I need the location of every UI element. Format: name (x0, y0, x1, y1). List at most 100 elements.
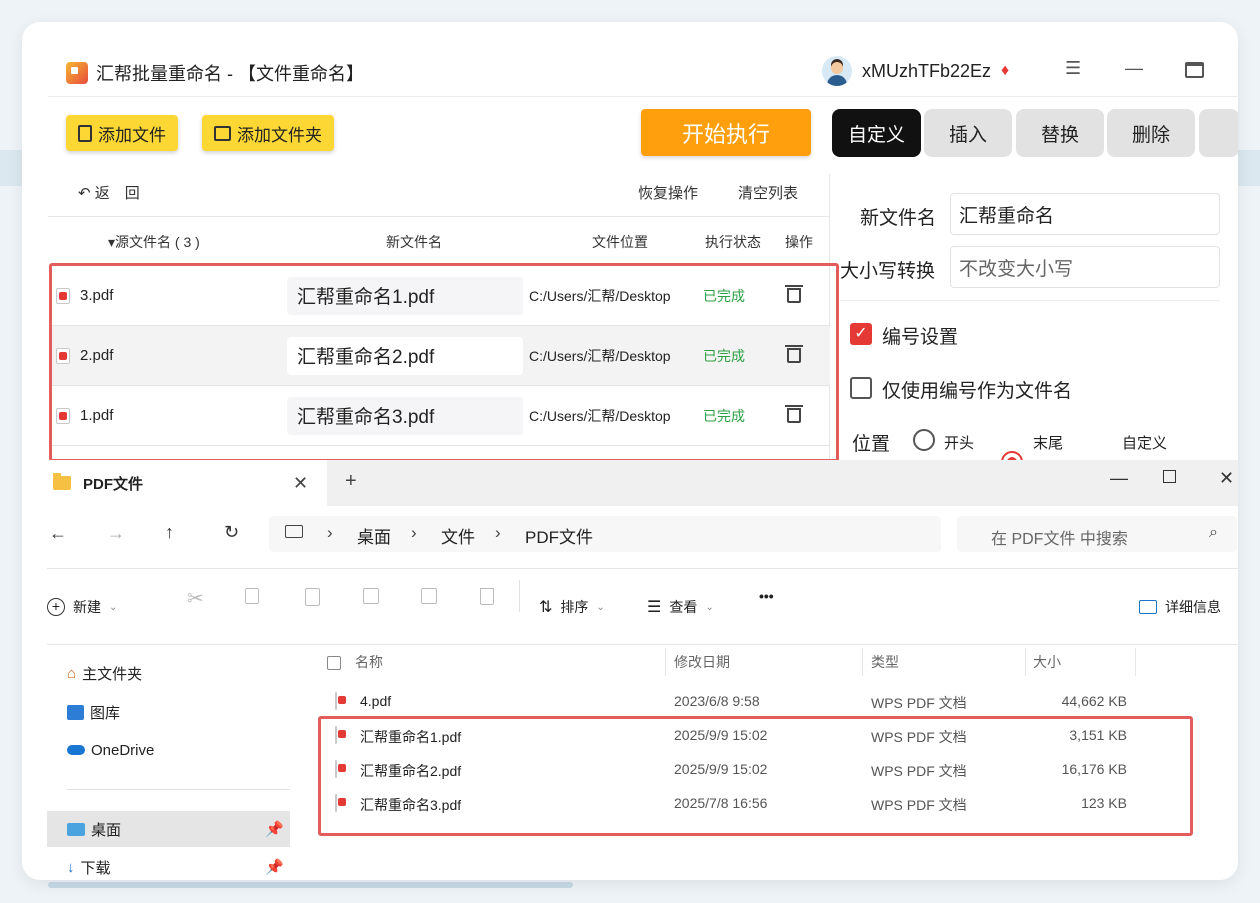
download-icon: ↓ (67, 858, 75, 876)
app-title: 汇帮批量重命名 - 【文件重命名】 (96, 64, 364, 84)
menu-icon[interactable]: ☰ (1065, 58, 1081, 79)
paste-icon[interactable] (305, 588, 320, 606)
col-action-header: 操作 (785, 234, 813, 250)
col-name-header[interactable]: 名称 (355, 652, 383, 672)
numbering-checkbox[interactable]: ✓ (850, 323, 872, 345)
sidebar-item-home[interactable]: ⌂ 主文件夹 (47, 656, 290, 690)
select-all-checkbox[interactable] (327, 656, 341, 670)
clear-list-button[interactable]: 清空列表 (738, 182, 798, 203)
chevron-right-icon: › (327, 523, 333, 542)
case-label: 大小写转换 (840, 261, 936, 282)
view-button[interactable]: ☰ 查看 ⌄ (647, 582, 714, 632)
col-modified-header[interactable]: 修改日期 (674, 652, 730, 672)
new-name-input[interactable]: 汇帮重命名 (950, 193, 1220, 235)
col-location-header: 文件位置 (592, 234, 648, 250)
sidebar-item-desktop[interactable]: 桌面 📌 (47, 811, 290, 847)
breadcrumb-files[interactable]: 文件 (441, 523, 475, 548)
col-separator (1135, 648, 1136, 676)
tab-insert[interactable]: 插入 (924, 109, 1012, 157)
col-size-header[interactable]: 大小 (1033, 652, 1061, 672)
list-item[interactable]: 4.pdf 2023/6/8 9:58 WPS PDF 文档 44,662 KB (335, 684, 1135, 718)
col-separator (1025, 648, 1026, 676)
header-divider (48, 96, 1238, 97)
pin-icon[interactable]: 📌 (265, 858, 284, 876)
username: xMUzhTFb22Ez (862, 60, 992, 81)
rename-icon[interactable] (363, 588, 379, 604)
col-newname-header: 新文件名 (386, 234, 442, 250)
explorer-tab-title: PDF文件 (83, 475, 144, 493)
tab-more[interactable] (1199, 109, 1238, 157)
new-button[interactable]: + 新建 ⌄ (47, 582, 117, 632)
case-select[interactable]: 不改变大小写 (950, 246, 1220, 288)
sidebar-item-onedrive[interactable]: OneDrive (47, 733, 290, 767)
refresh-icon[interactable]: ↻ (224, 522, 239, 543)
explorer-close-icon[interactable]: ✕ (1219, 468, 1234, 489)
tab-custom[interactable]: 自定义 (832, 109, 921, 157)
radio-start[interactable] (913, 429, 935, 451)
sort-label: 排序 (560, 599, 589, 615)
new-tab-icon[interactable]: + (345, 470, 357, 493)
radio-start-label: 开头 (944, 435, 975, 452)
minimize-icon[interactable]: — (1125, 58, 1143, 79)
maximize-icon[interactable] (1185, 62, 1204, 78)
cmd-separator (519, 580, 520, 612)
radio-custom-label: 自定义 (1122, 435, 1168, 452)
add-folder-button[interactable]: 添加文件夹 (202, 115, 334, 151)
col-source-header[interactable]: ▾源文件名 ( 3 ) (108, 232, 200, 252)
sidebar-label: 下载 (80, 859, 111, 877)
copy-icon[interactable] (245, 588, 259, 604)
addr-divider (47, 568, 1238, 569)
back-button[interactable]: ↶ 返 回 (78, 182, 140, 203)
cloud-icon (67, 745, 85, 755)
file-modified: 2023/6/8 9:58 (674, 693, 760, 709)
restore-button[interactable]: 恢复操作 (638, 182, 698, 203)
user-info[interactable]: xMUzhTFb22Ez ♦ (822, 56, 1021, 86)
share-icon[interactable] (421, 588, 437, 604)
plus-circle-icon: + (47, 598, 65, 616)
back-label: 返 回 (94, 185, 140, 202)
more-icon[interactable]: ••• (759, 588, 774, 638)
app-logo-icon (66, 62, 88, 84)
sort-button[interactable]: ⇅ 排序 ⌄ (539, 582, 605, 632)
explorer-maximize-icon[interactable] (1163, 470, 1176, 483)
explorer-tab[interactable]: PDF文件 ✕ (47, 460, 327, 506)
desktop-icon (67, 822, 85, 836)
breadcrumb-pdf[interactable]: PDF文件 (525, 523, 593, 548)
close-tab-icon[interactable]: ✕ (293, 473, 308, 494)
breadcrumb-desktop[interactable]: 桌面 (357, 523, 391, 548)
cut-icon[interactable]: ✂ (187, 586, 204, 611)
up-arrow-icon[interactable]: ↑ (165, 522, 174, 543)
delete-icon[interactable] (480, 588, 494, 605)
sidebar-item-gallery[interactable]: 图库 (47, 695, 290, 729)
pin-icon[interactable]: 📌 (265, 820, 284, 838)
col-type-header[interactable]: 类型 (871, 652, 899, 672)
avatar (822, 56, 852, 86)
details-label: 详细信息 (1165, 599, 1221, 615)
sidebar-label: 图库 (90, 704, 121, 722)
back-arrow-icon[interactable]: ← (49, 523, 67, 544)
sidebar-item-downloads[interactable]: ↓ 下载 📌 (47, 850, 290, 880)
chevron-right-icon: › (411, 523, 417, 542)
chevron-down-icon: ⌄ (109, 601, 118, 613)
file-size: 44,662 KB (1061, 693, 1127, 709)
search-input[interactable]: 在 PDF文件 中搜索 ⌕ (957, 516, 1237, 552)
highlight-box-bottom (318, 716, 1193, 836)
explorer-minimize-icon[interactable]: — (1110, 468, 1128, 489)
add-file-button[interactable]: 添加文件 (66, 115, 178, 151)
details-button[interactable]: 详细信息 (1139, 582, 1221, 632)
breadcrumb[interactable]: › 桌面 › 文件 › PDF文件 (269, 516, 941, 552)
col-separator (665, 648, 666, 676)
file-name: 4.pdf (360, 693, 392, 709)
start-run-button[interactable]: 开始执行 (641, 109, 811, 156)
tab-delete[interactable]: 删除 (1107, 109, 1195, 157)
cmd-divider (47, 644, 1238, 645)
gallery-icon (67, 704, 84, 720)
highlight-box-top (49, 263, 839, 462)
file-type: WPS PDF 文档 (871, 695, 967, 711)
file-explorer-window: PDF文件 ✕ + — ✕ ← → ↑ ↻ › 桌面 › 文件 › PDF文件 … (47, 460, 1238, 880)
forward-arrow-icon[interactable]: → (107, 523, 125, 544)
tab-replace[interactable]: 替换 (1016, 109, 1104, 157)
only-number-checkbox[interactable] (850, 377, 872, 399)
col-status-header: 执行状态 (705, 234, 761, 250)
folder-add-icon (214, 125, 231, 141)
